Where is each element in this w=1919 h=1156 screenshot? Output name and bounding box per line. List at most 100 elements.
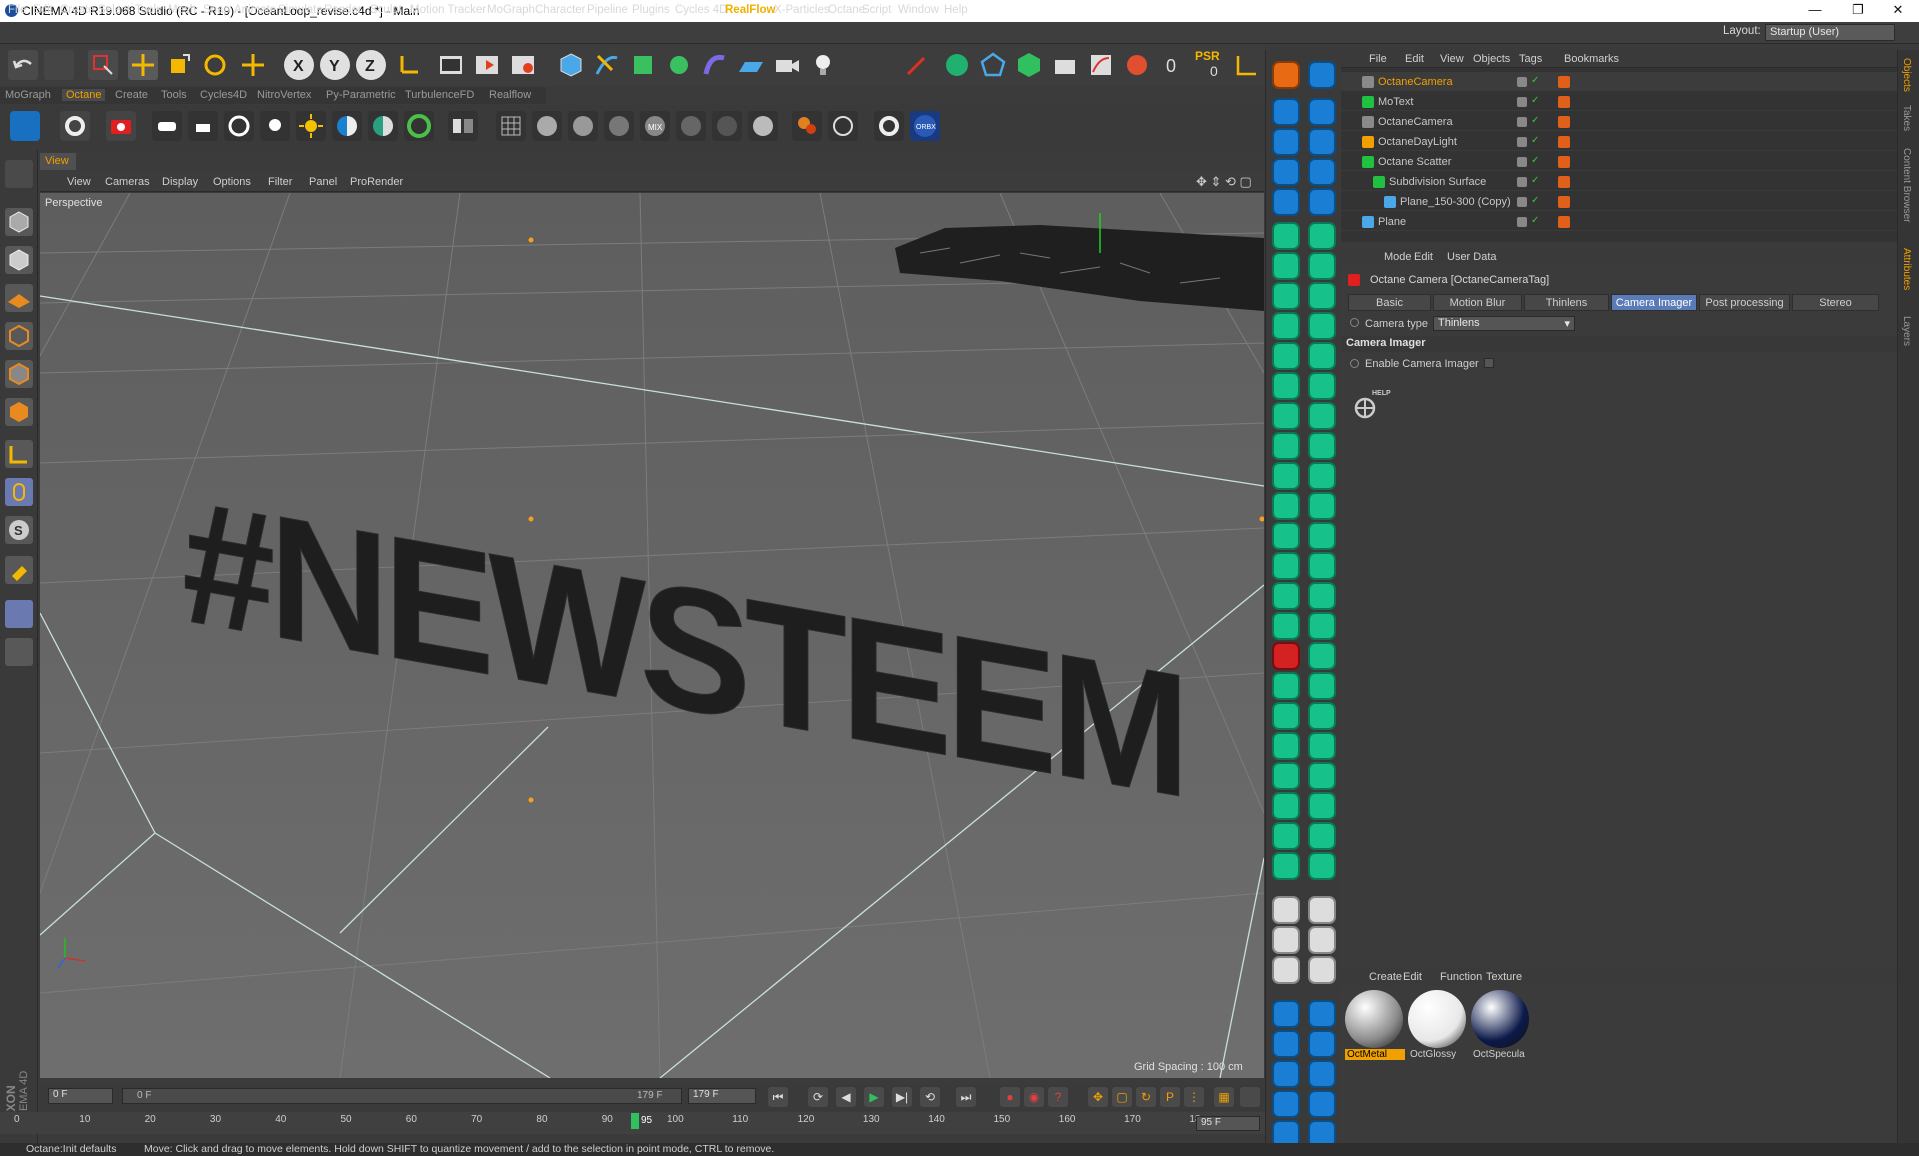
move-tool-icon[interactable] bbox=[128, 50, 158, 80]
axis-corner-icon[interactable] bbox=[1232, 50, 1262, 80]
viewport-menu-filter[interactable]: Filter bbox=[268, 176, 292, 188]
octane-sidebar-tool-icon[interactable] bbox=[1272, 492, 1300, 520]
menu-mograph[interactable]: MoGraph bbox=[487, 4, 535, 16]
octane-mix-material-icon[interactable]: MIX bbox=[640, 111, 670, 141]
enabled-check-icon[interactable]: ✓ bbox=[1531, 115, 1539, 126]
octane-hdri-icon[interactable] bbox=[332, 111, 362, 141]
octane-lightbulb-icon[interactable] bbox=[260, 111, 290, 141]
playback-button-2-icon[interactable]: ◀ bbox=[836, 1087, 856, 1107]
playback-button-13-icon[interactable]: P bbox=[1160, 1087, 1180, 1107]
octane-glossy-material-icon[interactable] bbox=[568, 111, 598, 141]
attribute-tab-stereo[interactable]: Stereo bbox=[1792, 294, 1879, 311]
attribute-tab-thinlens[interactable]: Thinlens bbox=[1524, 294, 1609, 311]
magic-wand-icon[interactable] bbox=[902, 50, 932, 80]
playback-button-10-icon[interactable]: ✥ bbox=[1088, 1087, 1108, 1107]
playback-button-5-icon[interactable]: ⟲ bbox=[920, 1087, 940, 1107]
visibility-toggle-icon[interactable] bbox=[1517, 217, 1527, 227]
minimize-button[interactable]: — bbox=[1795, 2, 1835, 20]
tag-icon[interactable] bbox=[1558, 156, 1570, 168]
workplane-lock-icon[interactable] bbox=[5, 600, 33, 628]
object-menu-tags[interactable]: Tags bbox=[1519, 53, 1542, 65]
material-preview[interactable] bbox=[1408, 990, 1466, 1048]
coordinate-system-icon[interactable] bbox=[394, 50, 424, 80]
octane-sidebar-tool-icon[interactable] bbox=[1308, 926, 1336, 954]
object-menu-edit[interactable]: Edit bbox=[1405, 53, 1424, 65]
points-mode-icon[interactable] bbox=[5, 322, 33, 350]
close-button[interactable]: ✕ bbox=[1878, 2, 1918, 20]
octane-sidebar-tool-icon[interactable] bbox=[1308, 1060, 1336, 1088]
enable-imager-radio[interactable] bbox=[1350, 359, 1359, 368]
pentagon-icon[interactable] bbox=[978, 50, 1008, 80]
clapboard-icon[interactable] bbox=[1050, 50, 1080, 80]
attribute-menu-user-data[interactable]: User Data bbox=[1447, 251, 1497, 263]
frame-field[interactable]: 95 F bbox=[1196, 1116, 1260, 1131]
octane-sidebar-tool-icon[interactable] bbox=[1272, 462, 1300, 490]
octane-gear-icon[interactable] bbox=[874, 111, 904, 141]
octane-sidebar-tool-icon[interactable] bbox=[1308, 128, 1336, 156]
menu-help[interactable]: Help bbox=[944, 4, 968, 16]
enabled-check-icon[interactable]: ✓ bbox=[1531, 95, 1539, 106]
model-mode-icon[interactable] bbox=[5, 208, 33, 236]
octane-sidebar-tool-icon[interactable] bbox=[1308, 642, 1336, 670]
octane-sidebar-tool-icon[interactable] bbox=[1272, 582, 1300, 610]
octane-sidebar-tool-icon[interactable] bbox=[1308, 1090, 1336, 1118]
octane-sidebar-tool-icon[interactable] bbox=[1308, 188, 1336, 216]
attribute-tab-basic[interactable]: Basic bbox=[1348, 294, 1431, 311]
view-tab[interactable]: View bbox=[40, 153, 76, 170]
menu-snap[interactable]: Snap bbox=[203, 4, 230, 16]
camera-imager-section[interactable]: Camera Imager bbox=[1341, 336, 1897, 352]
viewport-menu-display[interactable]: Display bbox=[162, 176, 198, 188]
playback-button-1-icon[interactable]: ⟳ bbox=[808, 1087, 828, 1107]
end-frame-field[interactable]: 179 F bbox=[688, 1088, 756, 1104]
menu-x-particles[interactable]: X-Particles bbox=[774, 4, 830, 16]
playback-button-6-icon[interactable]: ⏭ bbox=[956, 1087, 976, 1107]
octane-layout-icon[interactable] bbox=[448, 111, 478, 141]
tweak-mode-icon[interactable] bbox=[5, 478, 33, 506]
menu-script[interactable]: Script bbox=[862, 4, 891, 16]
octane-grid-icon[interactable] bbox=[496, 111, 526, 141]
visibility-toggle-icon[interactable] bbox=[1517, 197, 1527, 207]
snap-icon[interactable]: S bbox=[5, 516, 33, 544]
octane-sidebar-tool-icon[interactable] bbox=[1308, 522, 1336, 550]
object-menu-bookmarks[interactable]: Bookmarks bbox=[1564, 53, 1619, 65]
octane-orbx-icon[interactable]: ORBX bbox=[910, 111, 940, 141]
octane-live-viewer-icon[interactable] bbox=[10, 111, 40, 141]
attribute-tab-camera-imager[interactable]: Camera Imager bbox=[1611, 294, 1697, 311]
octane-sidebar-tool-icon[interactable] bbox=[1308, 552, 1336, 580]
viewport-menu-panel[interactable]: Panel bbox=[309, 176, 337, 188]
playback-button-9-icon[interactable]: ? bbox=[1048, 1087, 1068, 1107]
playback-button-0-icon[interactable]: ⏮ bbox=[768, 1087, 788, 1107]
floor-icon[interactable] bbox=[736, 50, 766, 80]
viewport-menu-cameras[interactable]: Cameras bbox=[105, 176, 150, 188]
attribute-tab-motion-blur[interactable]: Motion Blur bbox=[1433, 294, 1522, 311]
octane-sidebar-tool-icon[interactable] bbox=[1308, 158, 1336, 186]
octane-sidebar-tool-icon[interactable] bbox=[1308, 432, 1336, 460]
octane-specular-material-icon[interactable] bbox=[604, 111, 634, 141]
octane-sidebar-tool-icon[interactable] bbox=[1308, 312, 1336, 340]
octane-sidebar-tool-icon[interactable] bbox=[1272, 1030, 1300, 1058]
octane-sidebar-tool-icon[interactable] bbox=[1272, 1090, 1300, 1118]
visibility-toggle-icon[interactable] bbox=[1517, 77, 1527, 87]
octane-sidebar-tool-icon[interactable] bbox=[1272, 896, 1300, 924]
menu-file[interactable]: File bbox=[8, 4, 27, 16]
plugin-tab-octane[interactable]: Octane bbox=[62, 89, 106, 101]
octane-sidebar-tool-icon[interactable] bbox=[1272, 252, 1300, 280]
octane-sidebar-tool-icon[interactable] bbox=[1272, 762, 1300, 790]
octane-sidebar-tool-icon[interactable] bbox=[1308, 1000, 1336, 1028]
playhead-marker[interactable] bbox=[631, 1113, 639, 1129]
z-axis-icon[interactable]: Z bbox=[356, 50, 386, 80]
enabled-check-icon[interactable]: ✓ bbox=[1531, 195, 1539, 206]
octane-sidebar-tool-icon[interactable] bbox=[1272, 822, 1300, 850]
plugin-tab-nitrovertex[interactable]: NitroVertex bbox=[257, 89, 311, 101]
light-icon[interactable] bbox=[808, 50, 838, 80]
octane-sidebar-tool-icon[interactable] bbox=[1272, 372, 1300, 400]
hex-icon[interactable] bbox=[1014, 50, 1044, 80]
material-menu-edit[interactable]: Edit bbox=[1403, 971, 1422, 983]
tag-icon[interactable] bbox=[1558, 176, 1570, 188]
xp-emitter-icon[interactable] bbox=[942, 50, 972, 80]
visibility-toggle-icon[interactable] bbox=[1517, 137, 1527, 147]
layout-select[interactable]: Startup (User) bbox=[1765, 24, 1895, 41]
octane-sidebar-tool-icon[interactable] bbox=[1272, 188, 1300, 216]
playback-button-11-icon[interactable]: ▢ bbox=[1112, 1087, 1132, 1107]
menu-create[interactable]: Create bbox=[60, 4, 95, 16]
